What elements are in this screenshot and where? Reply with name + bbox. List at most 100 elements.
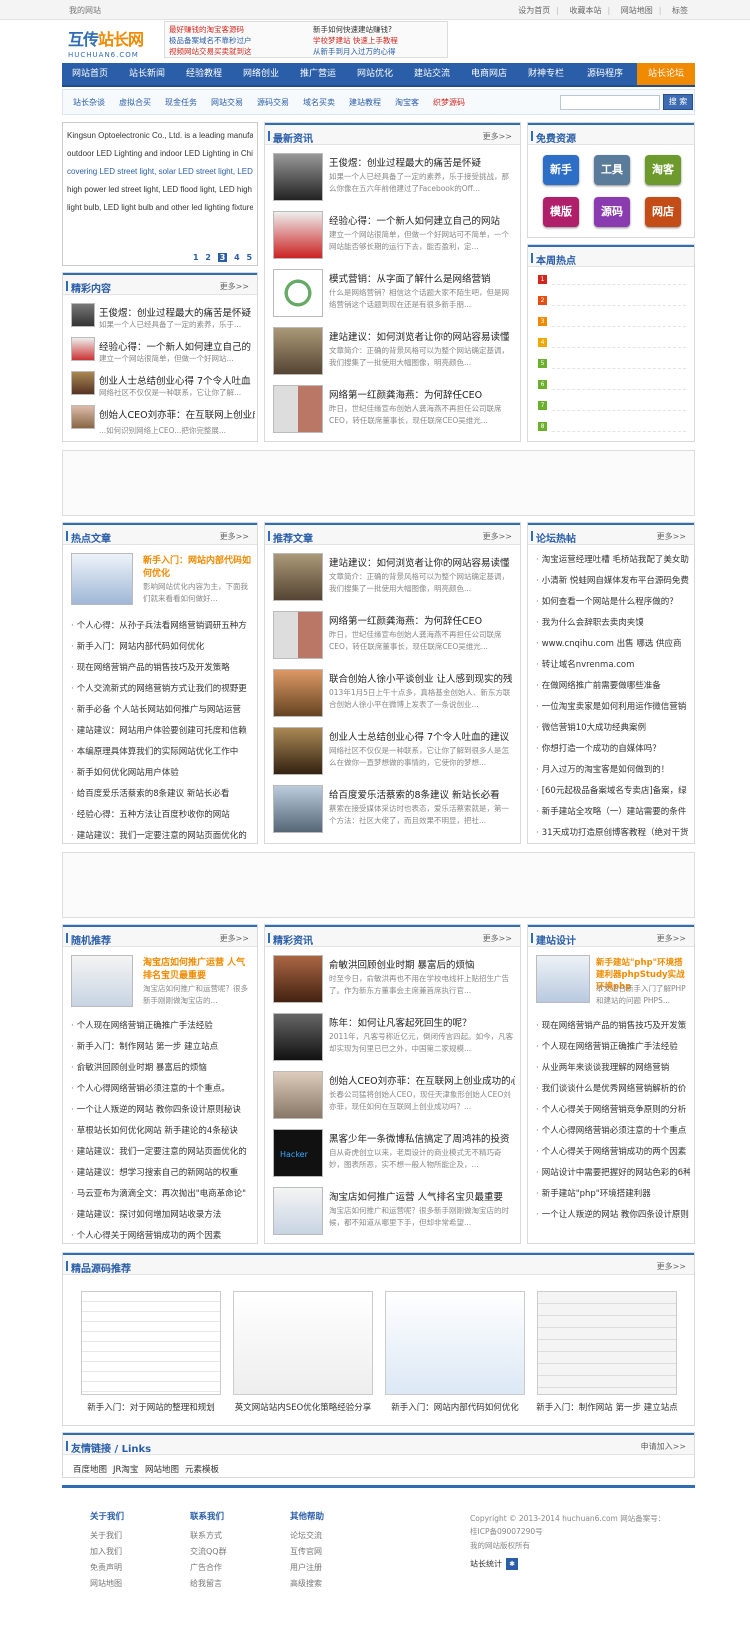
footer-link[interactable]: 关于我们 [90,1528,124,1544]
list-item[interactable]: 建站建议：我们一定要注意的网站页面优化的 [71,829,253,841]
footer-link[interactable]: 论坛交流 [290,1528,324,1544]
search-button[interactable]: 搜 索 [663,94,693,110]
article-thumb[interactable] [273,1013,323,1061]
forum-post[interactable]: 月入过万的淘宝客是如何做到的！ [536,763,690,775]
feature-title[interactable]: 淘宝店如何推广运营 人气排名宝贝最重要 [143,957,251,983]
feature-title[interactable]: 新手入门：网站内部代码如何优化 [143,555,251,581]
list-item[interactable]: 新手如何优化网站用户体验 [71,766,253,778]
subnav-item[interactable]: 现金任务 [165,97,197,108]
ad-link[interactable]: 学校梦建站 快速上手教程 [313,35,398,46]
set-homepage-link[interactable]: 设为首页 [518,6,550,15]
source-thumb[interactable] [385,1291,525,1395]
article-title[interactable]: 建站建议：如何浏览者让你的网站容易读懂 [329,329,515,343]
nav-item-ecommerce[interactable]: 电商网店 [461,63,517,85]
footer-link[interactable]: 互传官网 [290,1544,324,1560]
list-item[interactable]: 建站建议：我们一定要注意的网站页面优化的 [71,1145,253,1157]
source-caption[interactable]: 英文网站站内SEO优化策略经验分享 [229,1401,377,1413]
feature-thumb[interactable] [536,955,590,1003]
article-title[interactable]: 网络第一红颜龚海燕：为何辞任CEO [329,613,515,627]
article-title[interactable]: 创始人CEO刘亦菲：在互联网上创业成功的心 [329,1073,515,1087]
forum-post[interactable]: 如何查看一个网站是什么程序做的？ [536,595,690,607]
friend-link[interactable]: 百度地图 [73,1463,107,1475]
list-item[interactable]: 新手建站"php"环境搭建利器 [536,1187,690,1199]
article-title[interactable]: 创始人CEO刘亦菲：在互联网上创业成 [99,407,255,421]
list-item[interactable]: 个人心得网络营销必须注意的十个重点。 [71,1082,253,1094]
article-thumb[interactable] [273,211,323,259]
list-item[interactable]: 网站设计中需要把握好的网站色彩的6种 [536,1166,690,1178]
subnav-item[interactable]: 域名买卖 [303,97,335,108]
apply-link[interactable]: 申请加入>> [641,1441,686,1452]
nav-item-build[interactable]: 建站交流 [404,63,460,85]
footer-link[interactable]: 网站地图 [90,1576,124,1592]
friend-link[interactable]: 网站地图 [145,1463,179,1475]
list-item[interactable]: 新手必备 个人站长网站如何推广与网站运营 [71,703,253,715]
article-thumb[interactable] [71,303,95,327]
resource-template-button[interactable]: 模版 [543,197,579,227]
article-title[interactable]: 联合创始人徐小平谈创业 让人感到现实的残 [329,671,515,685]
article-thumb[interactable] [71,371,95,395]
more-link[interactable]: 更多>> [220,281,249,292]
nav-item-forum[interactable]: 站长论坛 [637,63,695,85]
footer-link[interactable]: 给我留言 [190,1576,227,1592]
resource-newbie-button[interactable]: 新手 [543,155,579,185]
article-thumb[interactable] [273,1071,323,1119]
forum-post[interactable]: [60元起极品备案域名专卖店]备案，绿 [536,784,690,796]
article-thumb[interactable] [273,611,323,659]
more-link[interactable]: 更多>> [657,933,686,944]
article-title[interactable]: 黑客少年一条微博私信搞定了周鸿祎的投资 [329,1131,515,1145]
list-item[interactable]: 给百度爱乐活蔡索的8条建议 新站长必看 [71,787,253,799]
forum-post[interactable]: 新手建站全攻略（一）建站需要的条件 [536,805,690,817]
more-link[interactable]: 更多>> [483,933,512,944]
list-item[interactable]: 本编原理具体算我们的实际网站优化工作中 [71,745,253,757]
more-link[interactable]: 更多>> [657,1261,686,1272]
slider-page[interactable]: 1 [193,253,199,262]
article-thumb[interactable] [273,955,323,1003]
slider-page[interactable]: 2 [205,253,211,262]
resource-source-button[interactable]: 源码 [594,197,630,227]
list-item[interactable]: 经验心得：五种方法让百度秒收你的网站 [71,808,253,820]
article-thumb[interactable] [273,385,323,433]
article-thumb[interactable] [273,327,323,375]
slider-page-active[interactable]: 3 [217,253,228,262]
forum-post[interactable]: www.cnqihu.com 出售 哪选 供应商 [536,637,690,649]
friend-link[interactable]: JR淘宝 [113,1463,138,1475]
list-item[interactable]: 我们谈谈什么是优秀网络营销解析的价 [536,1082,690,1094]
article-thumb[interactable] [273,1187,323,1235]
logo[interactable]: 互传站长网 HUCHUAN6.COM [68,26,153,59]
article-title[interactable]: 经验心得：一个新人如何建立自己的网站 [329,213,515,227]
subnav-item[interactable]: 虚拟合买 [119,97,151,108]
stat-link[interactable]: 站长统计 ✱ [470,1558,518,1570]
forum-post[interactable]: 小清新 悦蛙网自媒体发布平台源码免费 [536,574,690,586]
forum-post[interactable]: 一位淘宝卖家是如何利用运作微信营销 [536,700,690,712]
nav-item-tutorial[interactable]: 经验教程 [176,63,232,85]
source-thumb[interactable] [537,1291,677,1395]
more-link[interactable]: 更多>> [220,531,249,542]
forum-post[interactable]: 淘宝运营经理吐槽 毛桥站我配了美女助 [536,553,690,565]
article-thumb[interactable] [71,405,95,429]
forum-post[interactable]: 31天成功打造原创博客教程（绝对干货 [536,826,690,838]
list-item[interactable]: 俞敏洪回顾创业时期 暴富后的烦恼 [71,1061,253,1073]
article-title[interactable]: 创业人士总结创业心得 7个令人吐血的建议 [329,729,515,743]
sitemap-link[interactable]: 网站地图 [621,6,653,15]
resource-shop-button[interactable]: 网店 [645,197,681,227]
article-title[interactable]: 建站建议：如何浏览者让你的网站容易读懂 [329,555,515,569]
source-caption[interactable]: 新手入门：对于网站的整理和规划 [81,1401,221,1413]
tags-link[interactable]: 标签 [672,6,688,15]
friend-link[interactable]: 元素模板 [185,1463,219,1475]
list-item[interactable]: 建站建议：网站用户体验要创建可托度和信赖 [71,724,253,736]
list-item[interactable]: 个人心得关于网络营销竞争原则的分析 [536,1103,690,1115]
ad-link[interactable]: 视频网站交易买卖就到这 [169,46,252,57]
article-title[interactable]: 网络第一红颜龚海燕：为何辞任CEO [329,387,515,401]
article-title[interactable]: 俞敏洪回顾创业时期 暴富后的烦恼 [329,957,515,971]
footer-link[interactable]: 免责声明 [90,1560,124,1576]
subnav-item[interactable]: 站长杂谈 [73,97,105,108]
list-item[interactable]: 马云亚布为滴滴全文：再次抛出"电商革命论" [71,1187,253,1199]
article-title[interactable]: 淘宝店如何推广运营 人气排名宝贝最重要 [329,1189,515,1203]
article-title[interactable]: 给百度爱乐活蔡索的8条建议 新站长必看 [329,787,515,801]
article-title[interactable]: 创业人士总结创业心得 7个令人吐血 [99,373,255,387]
article-thumb[interactable] [273,785,323,833]
list-item[interactable]: 现在网络营销产品的销售技巧及开发策略 [71,661,253,673]
site-name[interactable]: 我的网站 [69,5,101,16]
nav-item-seo[interactable]: 网站优化 [347,63,403,85]
subnav-item[interactable]: 淘宝客 [395,97,419,108]
